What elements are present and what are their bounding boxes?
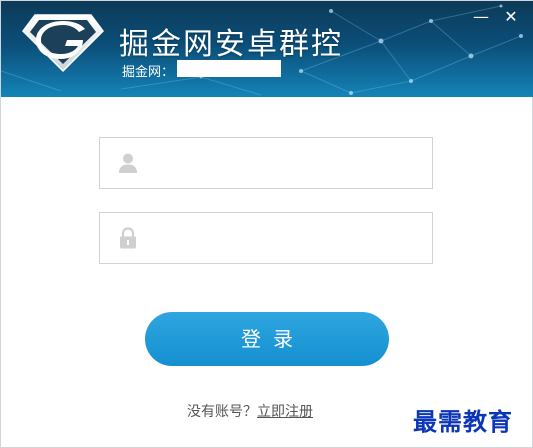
- close-button[interactable]: ✕: [501, 7, 521, 27]
- login-button[interactable]: 登录: [145, 312, 389, 366]
- minimize-button[interactable]: —: [471, 7, 491, 27]
- app-title: 掘金网安卓群控: [119, 27, 343, 62]
- login-window: 掘金网安卓群控 掘金网： — ✕ 登录 没有账号？立即注册 最需教育: [0, 0, 533, 448]
- username-field[interactable]: [99, 137, 433, 190]
- register-prompt: 没有账号？立即注册: [187, 401, 313, 421]
- watermark-text: 最需教育: [413, 407, 513, 436]
- register-link[interactable]: 立即注册: [257, 404, 313, 420]
- site-value-field: [177, 60, 281, 77]
- lock-icon: [120, 227, 136, 249]
- user-icon: [119, 153, 137, 173]
- no-account-text: 没有账号？: [187, 404, 257, 420]
- password-input[interactable]: [148, 213, 432, 265]
- site-label: 掘金网：: [122, 65, 175, 80]
- password-field[interactable]: [99, 212, 433, 265]
- header-banner: 掘金网安卓群控 掘金网： — ✕: [1, 1, 533, 97]
- diamond-g-logo-icon: [22, 14, 104, 73]
- username-input[interactable]: [148, 138, 432, 190]
